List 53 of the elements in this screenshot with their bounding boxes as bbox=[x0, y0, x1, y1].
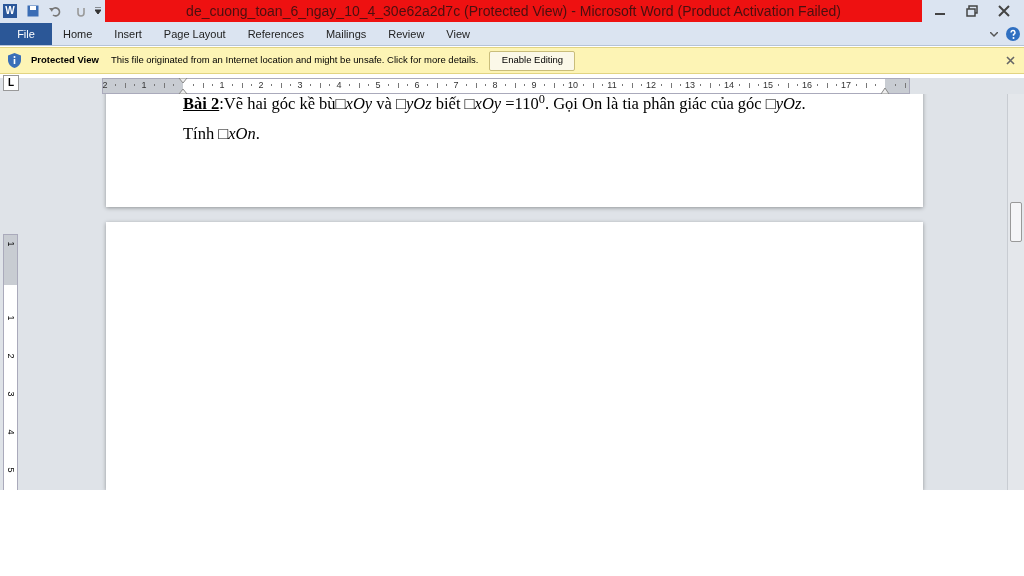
save-icon[interactable] bbox=[27, 5, 39, 17]
problem-paragraph: Bài 2:Vẽ hai góc kề bù□xOy và □yOz biết □xOy =110$^{0}$. Gọi On là tia phân giác của góc □yOz. bbox=[183, 94, 807, 115]
tab-selector[interactable]: L bbox=[3, 75, 19, 91]
ribbon-tab[interactable]: Insert bbox=[103, 23, 153, 45]
ruler-number: 1 bbox=[219, 79, 225, 91]
close-icon[interactable] bbox=[998, 5, 1010, 17]
ruler-number: 9 bbox=[531, 79, 537, 91]
ruler-number: 15 bbox=[763, 79, 773, 91]
ribbon-tab[interactable]: Page Layout bbox=[152, 23, 237, 45]
close-icon[interactable] bbox=[1006, 56, 1015, 65]
enable-editing-button[interactable]: Enable Editing bbox=[489, 50, 576, 71]
ruler-number: 5 bbox=[5, 467, 16, 473]
ruler-number: 16 bbox=[802, 79, 812, 91]
ruler-number: 8 bbox=[492, 79, 498, 91]
window-title: de_cuong_toan_6_ngay_10_4_30e62a2d7c (Protected View) - Microsoft Word (Product Activation Failed) bbox=[105, 0, 922, 22]
undo-icon[interactable] bbox=[49, 5, 61, 17]
collapse-ribbon-icon[interactable] bbox=[990, 32, 998, 38]
ruler-number: 3 bbox=[297, 79, 303, 91]
file-tab[interactable]: File bbox=[0, 23, 52, 45]
ruler-number: 10 bbox=[568, 79, 578, 91]
ruler-number: 13 bbox=[685, 79, 695, 91]
ribbon-tab[interactable]: Mailings bbox=[314, 23, 378, 45]
ruler-number: 14 bbox=[724, 79, 734, 91]
ruler-number: 1 bbox=[141, 79, 147, 91]
ribbon-tab[interactable]: View bbox=[435, 23, 481, 45]
ruler-number: 12 bbox=[646, 79, 656, 91]
protected-view-message[interactable]: This file originated from an Internet location and might be unsafe. Click for more details. bbox=[110, 53, 479, 68]
ribbon-tab[interactable]: Review bbox=[377, 23, 436, 45]
help-icon[interactable] bbox=[1006, 27, 1020, 41]
ribbon-tab[interactable]: Home bbox=[52, 23, 104, 45]
ruler-number: 7 bbox=[453, 79, 459, 91]
shield-icon bbox=[8, 53, 21, 68]
ruler-number: 17 bbox=[841, 79, 851, 91]
ruler-number: 6 bbox=[414, 79, 420, 91]
indent-marker-icon[interactable] bbox=[178, 78, 188, 94]
question-paragraph: Tính □xOn. bbox=[183, 123, 261, 145]
ruler-number: 2 bbox=[102, 79, 108, 91]
ruler-number: 3 bbox=[5, 391, 16, 397]
maximize-icon[interactable] bbox=[966, 5, 978, 17]
scrollbar-thumb[interactable] bbox=[1010, 202, 1022, 242]
ribbon-tab[interactable]: References bbox=[236, 23, 315, 45]
vertical-scrollbar[interactable] bbox=[1007, 94, 1024, 490]
customize-toolbar-icon[interactable] bbox=[95, 7, 101, 15]
ruler-number: 1 bbox=[5, 241, 16, 247]
ruler-number: 11 bbox=[607, 79, 617, 91]
ruler-number: 5 bbox=[375, 79, 381, 91]
ruler-number: 2 bbox=[258, 79, 264, 91]
app-icon[interactable]: W bbox=[3, 4, 17, 18]
ruler-number: 4 bbox=[336, 79, 342, 91]
ruler-number: 1 bbox=[5, 315, 16, 321]
protected-view-title: Protected View bbox=[31, 53, 99, 68]
ruler-number: 4 bbox=[5, 429, 16, 435]
ruler-number: 2 bbox=[5, 353, 16, 359]
